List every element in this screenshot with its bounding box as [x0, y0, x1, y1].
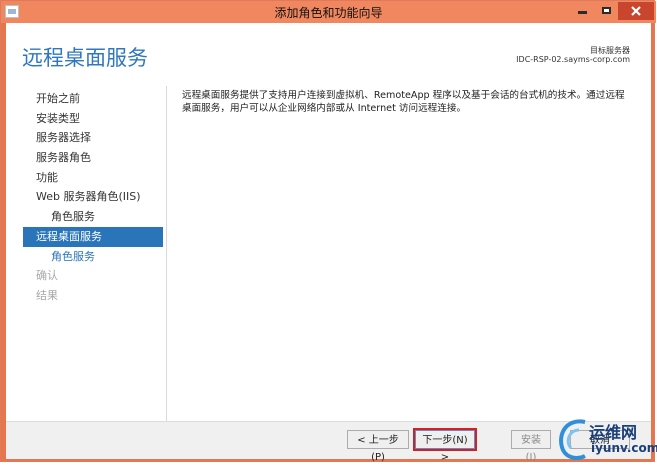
page-title: 远程桌面服务 [22, 46, 148, 70]
watermark-text: 运维网 [589, 423, 638, 442]
close-icon [631, 6, 641, 16]
title-bar[interactable]: 添加角色和功能向导 [1, 1, 656, 23]
window-title: 添加角色和功能向导 [274, 6, 383, 20]
target-server-value: IDC-RSP-02.sayms-corp.com [516, 55, 630, 64]
wizard-nav: 开始之前 安装类型 服务器选择 服务器角色 功能 Web 服务器角色(IIS) … [23, 89, 163, 306]
close-button[interactable] [618, 2, 654, 20]
nav-item-iis-role-services[interactable]: 角色服务 [23, 207, 163, 227]
install-button: 安装(I) [511, 430, 551, 463]
nav-item-server-roles[interactable]: 服务器角色 [23, 148, 163, 168]
previous-button[interactable]: < 上一步(P) [347, 430, 409, 463]
description-text: 远程桌面服务提供了支持用户连接到虚拟机、RemoteApp 程序以及基于会话的台… [182, 90, 625, 114]
nav-item-features[interactable]: 功能 [23, 168, 163, 188]
watermark-url: iyunv.com [591, 441, 657, 455]
next-button[interactable]: 下一步(N) > [413, 428, 477, 463]
nav-item-results: 结果 [36, 288, 58, 302]
content-area: 远程桌面服务 目标服务器 IDC-RSP-02.sayms-corp.com 开… [6, 23, 651, 421]
nav-item-server-selection[interactable]: 服务器选择 [23, 128, 163, 148]
nav-item-before-you-begin[interactable]: 开始之前 [23, 89, 163, 109]
maximize-icon [601, 7, 611, 14]
watermark-logo-icon [559, 419, 586, 460]
nav-item-installation-type[interactable]: 安装类型 [23, 109, 163, 129]
nav-item-remote-desktop-services[interactable]: 远程桌面服务 [23, 226, 163, 247]
wizard-window: 添加角色和功能向导 远程桌面服务 目标服务器 IDC-RSP-02.sayms-… [0, 0, 656, 463]
nav-divider [166, 86, 167, 421]
nav-item-rds-role-services[interactable]: 角色服务 [23, 247, 163, 267]
minimize-icon [577, 11, 587, 14]
watermark: 运维网 iyunv.com [555, 414, 657, 464]
maximize-button[interactable] [594, 2, 618, 20]
minimize-button[interactable] [570, 2, 594, 20]
nav-item-web-server-role[interactable]: Web 服务器角色(IIS) [23, 187, 163, 207]
nav-item-confirmation: 确认 [36, 269, 58, 283]
